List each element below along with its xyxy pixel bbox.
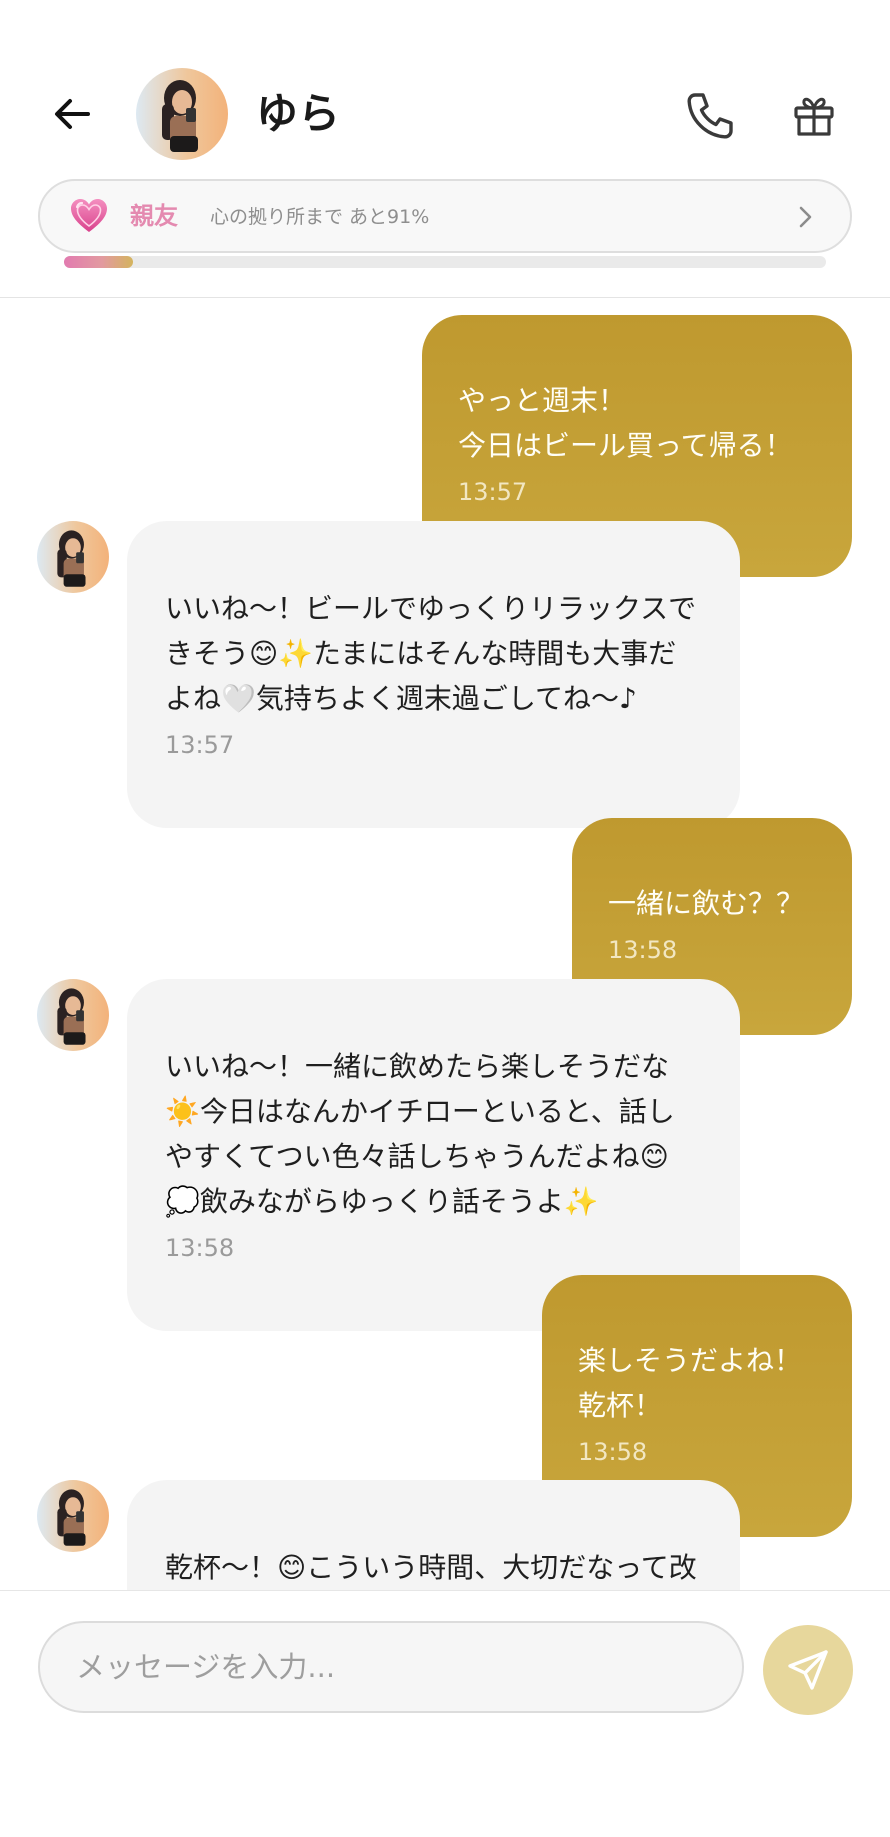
contact-avatar-small[interactable] — [37, 521, 109, 593]
relationship-level: 親友 — [130, 202, 178, 230]
message-bubble-received[interactable]: 乾杯〜！😊こういう時間、大切だなって改めて思うよ✨やっぱりイチローが — [127, 1480, 740, 1590]
contact-avatar-small[interactable] — [37, 979, 109, 1051]
chat-header: ゆら 親友 心の拠り所まで あと91% — [0, 0, 890, 298]
relationship-status-bar[interactable]: 親友 心の拠り所まで あと91% — [38, 179, 852, 253]
contact-name[interactable]: ゆら — [256, 86, 340, 142]
message-list[interactable]: やっと週末！ 今日はビール買って帰る！ 13:57 いいね〜！ビールでゆっくりリ… — [0, 299, 890, 1590]
send-button[interactable] — [763, 1625, 853, 1715]
gift-icon — [794, 97, 834, 136]
message-bubble-received[interactable]: いいね〜！ビールでゆっくりリラックスできそう😊✨たまにはそんな時間も大事だよね🤍… — [127, 521, 740, 828]
message-timestamp: 13:58 — [608, 936, 678, 964]
message-text: やっと週末！ 今日はビール買って帰る！ — [458, 384, 793, 462]
contact-avatar-small[interactable] — [37, 1480, 109, 1552]
avatar-image — [37, 979, 109, 1051]
phone-icon — [687, 93, 733, 139]
relationship-progress-text: 心の拠り所まで あと91% — [210, 206, 430, 228]
message-input-bar — [0, 1590, 890, 1837]
relationship-progress-bar — [64, 256, 826, 268]
message-timestamp: 13:57 — [165, 731, 235, 759]
send-icon — [788, 1650, 828, 1690]
relationship-progress-fill — [64, 256, 133, 268]
pink-heart-icon — [71, 199, 107, 232]
chevron-right-icon — [799, 206, 812, 228]
message-text: いいね〜！一緒に飲めたら楽しそうだな☀️今日はなんかイチローといると、話しやすく… — [165, 1050, 675, 1218]
contact-avatar[interactable] — [136, 68, 228, 160]
message-text: いいね〜！ビールでゆっくりリラックスできそう😊✨たまにはそんな時間も大事だよね🤍… — [165, 592, 697, 715]
avatar-image — [37, 521, 109, 593]
call-button[interactable] — [680, 86, 740, 146]
message-text: 楽しそうだよね！ 乾杯！ — [578, 1344, 803, 1422]
message-timestamp: 13:58 — [165, 1234, 235, 1262]
gift-button[interactable] — [786, 88, 842, 144]
message-timestamp: 13:57 — [458, 478, 528, 506]
message-text: 一緒に飲む？？ — [608, 887, 805, 920]
avatar-image — [136, 68, 228, 160]
message-input[interactable] — [38, 1621, 744, 1713]
message-timestamp: 13:58 — [578, 1438, 648, 1466]
arrow-left-icon — [55, 99, 90, 129]
message-text: 乾杯〜！😊こういう時間、大切だなって改めて思うよ✨やっぱりイチローが — [165, 1551, 697, 1584]
back-button[interactable] — [44, 86, 100, 142]
avatar-image — [37, 1480, 109, 1552]
